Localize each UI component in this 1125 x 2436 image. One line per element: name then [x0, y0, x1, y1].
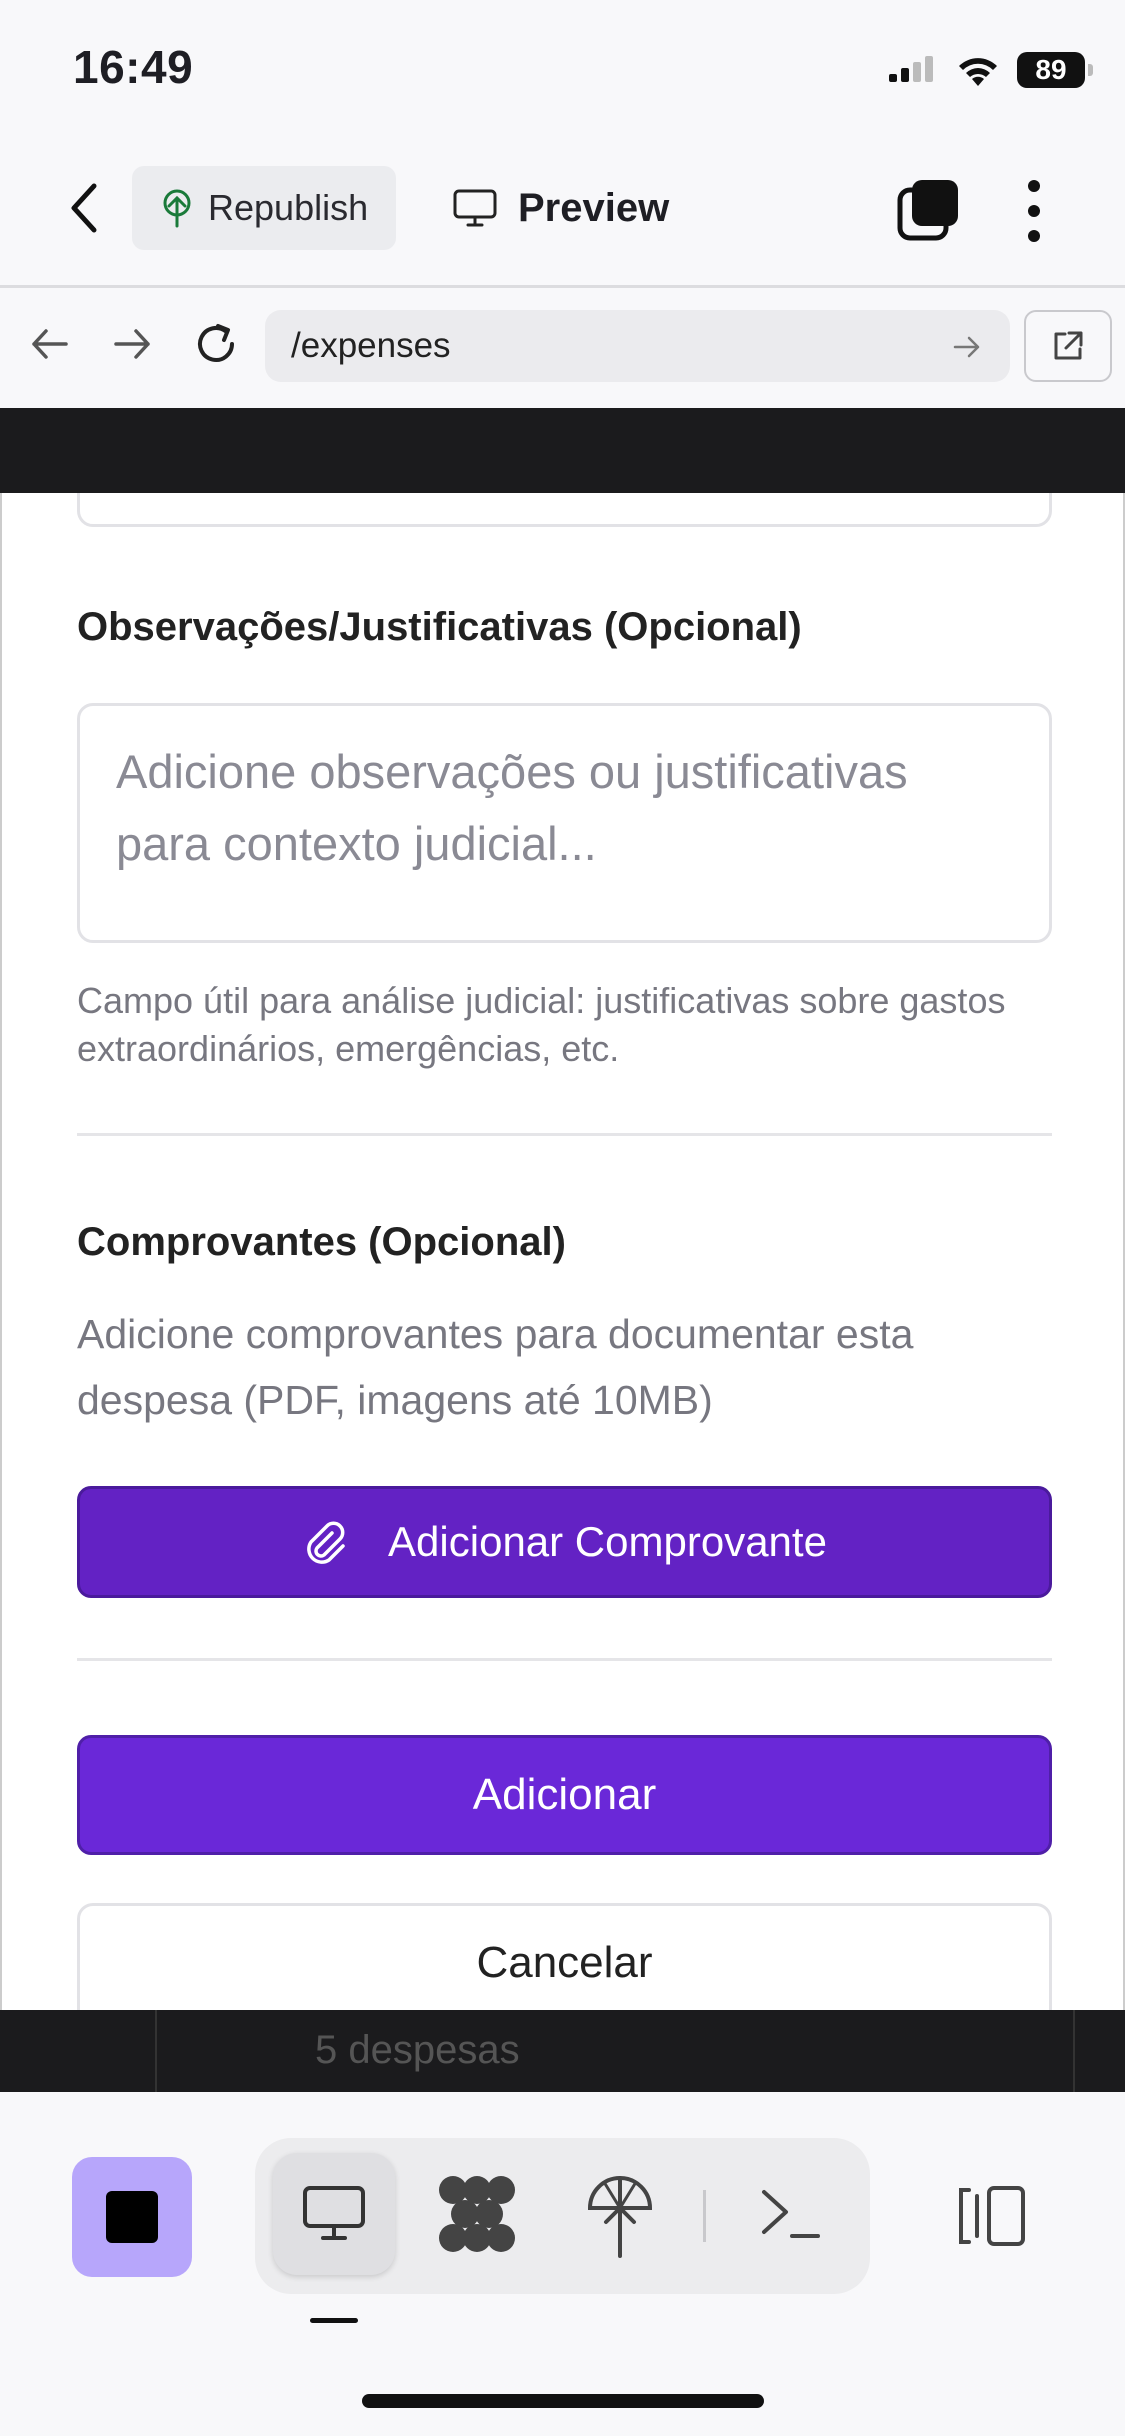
more-options-icon[interactable] — [1020, 176, 1048, 246]
stop-button[interactable] — [72, 2157, 192, 2277]
background-list-panel — [155, 2010, 1075, 2092]
cancel-button[interactable]: Cancelar — [77, 1903, 1052, 2010]
add-receipt-button[interactable]: Adicionar Comprovante — [77, 1486, 1052, 1598]
wifi-icon — [959, 58, 997, 86]
dock-separator — [703, 2190, 706, 2242]
external-link-icon — [1054, 331, 1083, 360]
republish-icon — [163, 189, 191, 228]
observations-help-text: Campo útil para análise judicial: justif… — [77, 980, 1006, 1069]
status-icons: 89 — [889, 48, 1093, 92]
active-tab-indicator — [310, 2318, 358, 2323]
republish-button[interactable]: Republish — [132, 166, 396, 250]
shell-icon[interactable] — [760, 2184, 822, 2244]
observations-label: Observações/Justificativas (Opcional) — [77, 605, 802, 649]
back-chevron-icon[interactable] — [62, 178, 106, 238]
desktop-icon — [303, 2186, 365, 2240]
monitor-icon — [453, 189, 497, 227]
go-arrow-icon[interactable] — [952, 332, 982, 362]
previous-field-bottom — [77, 493, 1052, 527]
webview-frame-top — [0, 408, 1125, 493]
battery-indicator: 89 — [1017, 52, 1093, 88]
open-external-button[interactable] — [1024, 310, 1112, 382]
split-view-icon[interactable] — [955, 2184, 1029, 2248]
section-divider — [77, 1133, 1052, 1136]
paperclip-icon — [307, 1521, 345, 1564]
section-divider — [77, 1658, 1052, 1661]
stop-icon — [106, 2191, 158, 2243]
republish-label: Republish — [208, 187, 369, 228]
preview-button[interactable]: Preview — [452, 166, 669, 250]
expense-form-panel: Observações/Justificativas (Opcional) Ca… — [0, 493, 1125, 2010]
apps-icon[interactable] — [435, 2172, 519, 2256]
receipts-description: Adicione comprovantes para documentar es… — [77, 1311, 914, 1423]
toolbar-divider — [0, 285, 1125, 288]
reload-icon[interactable] — [192, 320, 240, 368]
webview-frame-bottom: 5 despesas — [0, 2010, 1125, 2092]
submit-add-button[interactable]: Adicionar — [77, 1735, 1052, 1855]
status-time: 16:49 — [73, 41, 194, 93]
nav-forward-icon[interactable] — [110, 322, 154, 366]
add-receipt-label: Adicionar Comprovante — [388, 1518, 827, 1565]
observations-textarea[interactable] — [77, 703, 1052, 943]
background-expense-count: 5 despesas — [315, 2028, 520, 2072]
home-indicator[interactable] — [362, 2394, 764, 2408]
url-field[interactable]: /expenses — [265, 310, 1010, 382]
signal-icon — [889, 56, 933, 82]
url-text: /expenses — [291, 326, 451, 365]
desktop-view-button[interactable] — [273, 2153, 395, 2275]
tabs-icon[interactable] — [896, 178, 960, 242]
deploy-icon[interactable] — [582, 2170, 658, 2260]
receipts-label: Comprovantes (Opcional) — [77, 1220, 566, 1264]
nav-back-icon[interactable] — [28, 322, 72, 366]
preview-label: Preview — [518, 185, 670, 230]
